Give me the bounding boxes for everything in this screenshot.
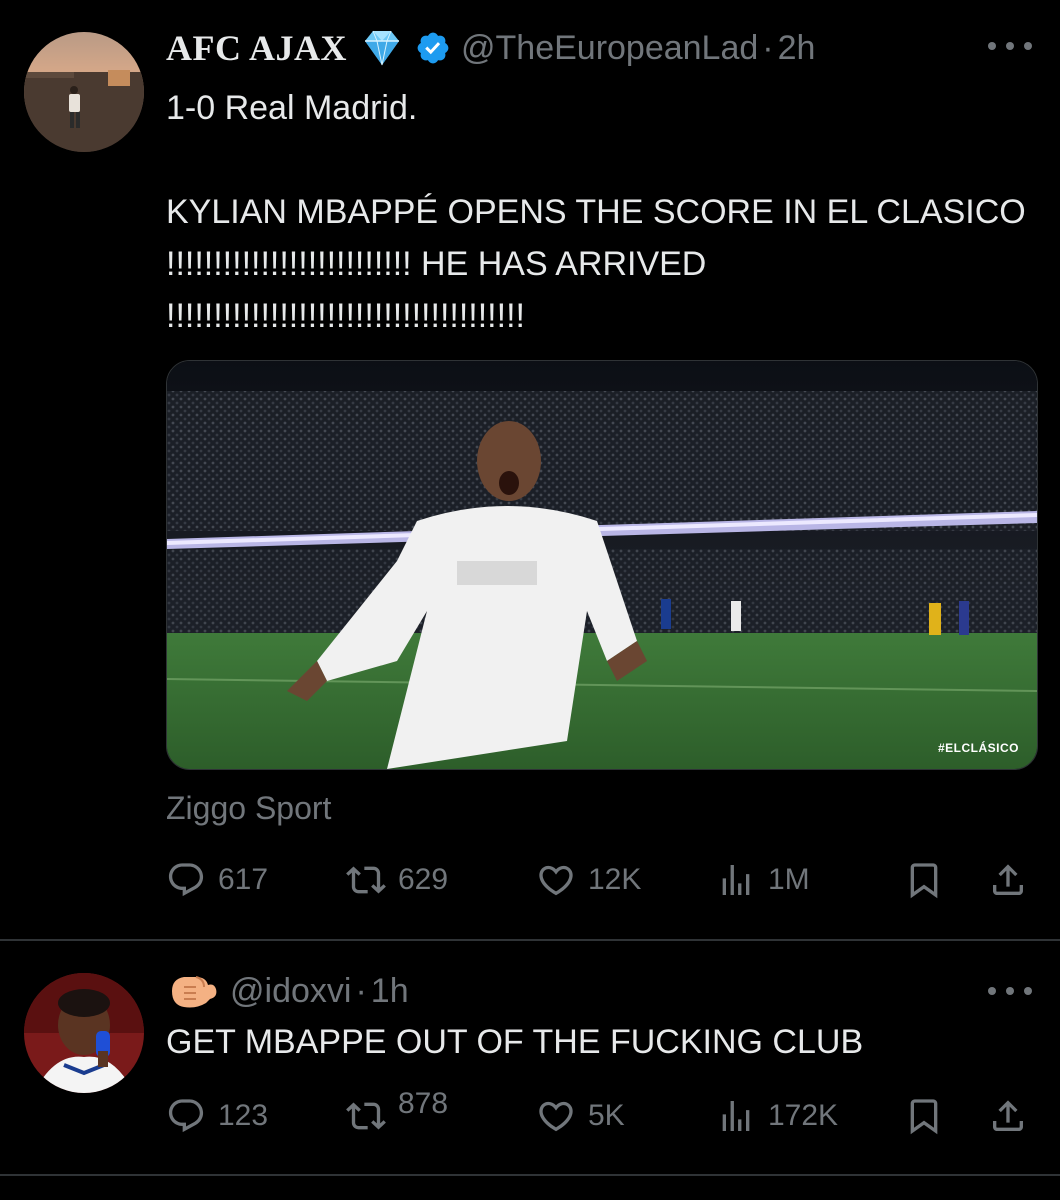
share-button[interactable] [986,858,1030,902]
bookmark-button[interactable] [902,1094,946,1138]
repost-button[interactable]: 878 [346,1087,448,1138]
reply-count: 123 [218,1099,269,1132]
bookmark-button[interactable] [902,858,946,902]
reply-icon [168,863,204,897]
tweet-divider [0,1174,1060,1176]
reply-button[interactable]: 617 [166,858,268,902]
repost-button[interactable]: 629 [346,858,448,902]
like-count: 12K [588,863,642,896]
repost-count: 629 [398,863,449,896]
view-count: 1M [768,863,810,896]
heart-icon [539,1101,573,1132]
reply-icon [168,1099,204,1133]
tweet-text: 1-0 Real Madrid. KYLIAN MBAPPÉ OPENS THE… [166,89,1026,335]
share-icon [993,1100,1023,1131]
reply-button[interactable]: 123 [166,1094,268,1138]
tweet-header: @idoxvi · 1h [166,971,409,1011]
like-count: 5K [588,1099,625,1132]
tweet-text: GET MBAPPE OUT OF THE FUCKING CLUB [166,1023,864,1061]
views-icon [722,1101,750,1131]
bookmark-icon [910,863,938,899]
like-button[interactable]: 12K [536,858,641,902]
bookmark-icon [910,1099,938,1135]
more-options-icon[interactable] [988,985,1032,997]
author-avatar[interactable] [24,973,144,1093]
author-handle[interactable]: @idoxvi [230,972,351,1011]
like-button[interactable]: 5K [536,1094,625,1138]
author-handle[interactable]: @TheEuropeanLad [461,29,758,68]
more-options-icon[interactable] [988,40,1032,52]
repost-icon [346,866,386,894]
views-button[interactable]: 172K [716,1094,838,1138]
media-attribution[interactable]: Ziggo Sport [166,790,331,827]
heart-icon [539,865,573,896]
verified-badge-icon [415,30,451,66]
media-hashtag: #ELCLÁSICO [937,741,1019,755]
views-button[interactable]: 1M [716,858,810,902]
diamond-icon [359,28,405,68]
author-avatar[interactable] [24,32,144,152]
author-name[interactable]: AFC AJAX [166,27,347,69]
reply-count: 617 [218,863,269,896]
separator-dot: · [762,28,774,67]
views-icon [722,865,750,895]
tweet-main[interactable]: AFC AJAX @TheEuropeanLad · 2h 1-0 Real M… [0,0,1060,940]
tweet-media-video[interactable]: #ELCLÁSICO [166,360,1038,770]
share-icon [993,864,1023,895]
separator-dot: · [355,971,367,1010]
flexed-biceps-icon [166,969,220,1013]
share-button[interactable] [986,1094,1030,1138]
tweet-actions: 123 878 5K 172K [166,1087,1036,1138]
repost-count: 878 [398,1087,449,1120]
view-count: 172K [768,1099,839,1132]
tweet-timestamp[interactable]: 2h [778,29,816,68]
tweet-actions: 617 629 12K 1M [166,858,1036,902]
repost-icon [346,1102,386,1130]
tweet-timestamp[interactable]: 1h [371,972,409,1011]
tweet-header: AFC AJAX @TheEuropeanLad · 2h [166,28,815,68]
